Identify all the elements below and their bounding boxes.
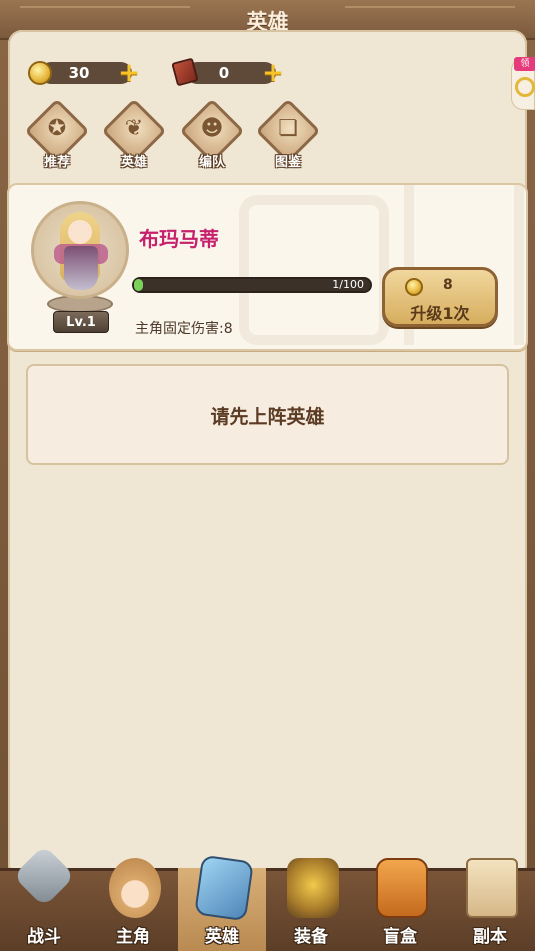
- add-book-button[interactable]: +: [262, 60, 284, 86]
- tab-label: 英雄: [205, 927, 239, 947]
- tab-label: 盲盒: [383, 927, 417, 947]
- tab-label: 主角: [116, 927, 150, 947]
- xp-progress-text: 1/100: [332, 278, 364, 291]
- tab-dungeon[interactable]: 副本: [446, 858, 534, 951]
- equipment-icon: [287, 858, 339, 918]
- tab-protagonist[interactable]: 主角: [89, 858, 177, 951]
- recommend-icon: ✪: [47, 116, 67, 141]
- coin-icon: [405, 278, 423, 296]
- nav-label: 编队: [198, 155, 225, 170]
- xp-progress-fill: [134, 279, 144, 291]
- nav-formation[interactable]: ☻ 编队: [179, 98, 245, 170]
- nav-label: 推荐: [43, 155, 70, 170]
- hero-name: 布玛马蒂: [139, 227, 219, 251]
- xp-progress-bar: 1/100: [132, 277, 372, 293]
- hero-damage-stat: 主角固定伤害:8: [135, 321, 233, 337]
- notice-text: 请先上阵英雄: [210, 406, 325, 428]
- scroll-map-icon: [466, 858, 518, 918]
- hero-level: Lv.1: [53, 311, 109, 333]
- tab-hero[interactable]: 英雄: [178, 854, 266, 951]
- hero-cards-icon: [194, 854, 254, 922]
- tab-blind-box[interactable]: 盲盒: [356, 858, 444, 951]
- nav-hero[interactable]: ❦ 英雄: [101, 98, 167, 170]
- deploy-hero-notice: 请先上阵英雄: [26, 364, 509, 465]
- gift-box-icon: [376, 858, 428, 918]
- nav-recommend[interactable]: ✪ 推荐: [24, 98, 90, 170]
- nav-codex[interactable]: ❏ 图鉴: [255, 98, 321, 170]
- tab-label: 战斗: [27, 927, 61, 947]
- hero-card[interactable]: Lv.1 布玛马蒂 1/100 主角固定伤害:8 8 升级1次: [7, 183, 528, 351]
- tab-equipment[interactable]: 装备: [267, 858, 355, 951]
- upgrade-button[interactable]: 8 升级1次: [382, 267, 498, 327]
- hero-face: [68, 220, 92, 244]
- side-reward-tab[interactable]: 领: [511, 57, 535, 110]
- upgrade-cost: 8: [443, 277, 453, 293]
- reward-badge: 领: [514, 57, 535, 71]
- nav-label: 英雄: [120, 155, 147, 170]
- tab-label: 副本: [473, 927, 507, 947]
- nav-label: 图鉴: [274, 155, 301, 170]
- codex-icon: ❏: [278, 116, 298, 141]
- hero-icon: ❦: [124, 116, 144, 141]
- formation-icon: ☻: [200, 116, 224, 141]
- upgrade-label: 升级1次: [410, 304, 470, 323]
- hero-body: [64, 246, 98, 290]
- protagonist-icon: [109, 858, 161, 918]
- tab-label: 装备: [294, 927, 328, 947]
- reward-ring-icon: [515, 77, 535, 97]
- card-background-ornament: [239, 195, 389, 345]
- hero-portrait[interactable]: [31, 201, 129, 299]
- tab-battle[interactable]: 战斗: [0, 844, 88, 951]
- add-coin-button[interactable]: +: [118, 60, 140, 86]
- coin-icon: [28, 61, 52, 85]
